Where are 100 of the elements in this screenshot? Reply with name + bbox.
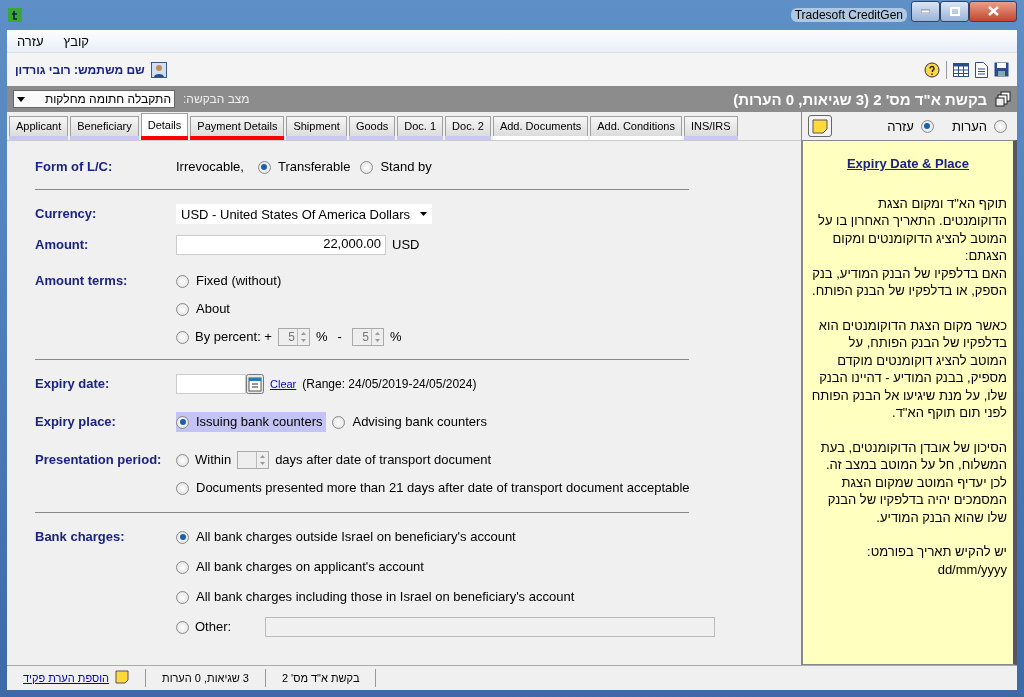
spin-field[interactable] [237,451,270,469]
radio-button[interactable] [920,119,934,133]
field-label: Amount: [35,236,90,254]
help-text: תוקף הא"ד ומקום הצגת הדוקומנטים. התאריך האחרון בו על המוטב להציג הדוקומנטים ומקום הצגתם: [817,194,1007,265]
option-label: Stand by [380,158,432,176]
table-icon[interactable] [953,62,969,77]
tab[interactable]: Beneficiary [70,116,139,136]
spin-arrows-icon[interactable] [296,329,309,345]
request-status: בקשת א"ד מס' 2 [265,669,377,687]
tab[interactable]: Details [140,113,189,136]
minimize-icon [921,9,930,13]
field-label: Currency: [35,205,98,223]
currency-unit: USD [392,236,420,254]
option-label: All bank charges on applicant's account [196,558,424,576]
radio-button[interactable] [176,620,189,634]
radio-button[interactable] [176,415,189,429]
help-text: יש להקיש תאריך בפורמט: [866,543,1007,561]
option-label: All bank charges outside Israel on beneficiary's account [196,528,516,546]
date-field[interactable] [176,374,246,394]
radio-button[interactable] [176,453,189,467]
spin-field[interactable]: 5 [277,328,310,346]
tab[interactable]: Applicant [9,116,69,136]
option-label: Advising bank counters [352,413,487,431]
note-button[interactable] [808,115,832,137]
radio-button[interactable] [176,590,189,604]
option-label: הערות [951,118,987,134]
tab[interactable]: Add. Conditions [590,116,682,136]
other-field[interactable] [265,617,716,637]
form-prefix: Irrevocable, [176,158,244,176]
save-icon[interactable] [994,62,1009,77]
option-label: All bank charges including those in Israel on beneficiary's account [196,588,575,606]
radio-button[interactable] [176,560,189,574]
radio-button[interactable] [176,330,189,344]
caret-icon [17,96,25,102]
maximize-icon [949,6,960,16]
field-label: Expiry date: [35,375,111,393]
option-label: עזרה [887,118,914,134]
field-label: Expiry place: [35,413,117,431]
minimize-button[interactable] [911,0,940,22]
clear-link[interactable]: Clear [270,374,297,394]
option-label: Issuing bank counters [196,413,323,431]
option-label: Transferable [277,158,351,176]
field-label: Amount terms: [35,272,129,290]
radio-button[interactable] [176,302,189,316]
option-label: About [196,300,230,318]
field-label: Presentation period: [35,451,163,469]
option-label: By percent: + [195,328,272,346]
calendar-icon[interactable] [246,374,264,394]
status-label: מצב הבקשה: [183,92,250,106]
caret-icon [420,212,427,216]
errors-status: 3 שגיאות, 0 הערות [146,669,266,687]
help-title[interactable]: Expiry Date & Place [809,155,1007,173]
date-range: (Range: 24/05/2019-24/05/2024) [302,376,477,393]
help-text: dd/mm/yyyy [936,560,1007,578]
close-button[interactable] [969,0,1017,22]
tab[interactable]: Payment Details [190,116,285,136]
window-title: Tradesoft CreditGen [790,8,907,22]
help-text: כאשר מקום הצגת הדוקומנטים הוא בדלפקיו של הבנק הפותח, על המוטב להציג דוקומנטים מוקדם מספיק, בבנק המודיע - דהיינו הבנק שלו, על מנת שיגיעו אל הבנק הפותח לפני תום תוקף הא"ד. [810,316,1007,422]
tab[interactable]: Doc. 1 [397,116,444,136]
option-label: days after date of transport document [275,451,492,469]
add-note-link[interactable]: הוספת הערת פקיד [23,672,110,684]
documents-icon [995,91,1011,107]
help-text: האם בדלפקיו של הבנק המודיע, בנק הספק, או בדלפקיו של הבנק הפותח. [811,264,1007,300]
tab[interactable]: Goods [348,116,396,136]
minus-sign: - [337,328,342,346]
document-icon[interactable] [975,61,988,78]
tab[interactable]: Shipment [286,116,347,136]
user-name: שם משתמש: רובי גורדון [15,62,145,77]
unit-label: % [389,328,402,346]
option-label: Within [195,451,232,469]
status-dropdown[interactable]: התקבלה חתומה מחלקות [13,90,175,108]
close-icon [987,6,999,16]
tab[interactable]: INS/IRS [683,116,738,136]
request-title: בקשת א"ד מס' 2 (3 שגיאות, 0 הערות) [733,90,987,108]
option-label: Fixed (without) [196,272,282,290]
spin-field[interactable]: 5 [351,328,384,346]
option-label: Documents presented more than 21 days after date of transport document acceptable [196,479,690,497]
field-label: Form of L/C: [35,158,114,176]
currency-dropdown[interactable]: USD - United States Of America Dollars [176,204,432,224]
amount-field[interactable]: 22,000.00 [176,235,386,255]
unit-label: % [315,328,328,346]
radio-button[interactable] [257,160,271,174]
menu-item[interactable]: קובץ [53,33,99,49]
radio-button[interactable] [176,481,189,495]
menu-item[interactable]: עזרה [7,33,54,49]
spin-arrows-icon[interactable] [370,329,383,345]
help-text: הסיכון של אובדן הדוקומנטים, בעת המשלוח, חל על המוטב במצב זה. לכן יעדיף המוטב שמקום הצגת המסמכים יהיה בדלפקיו של הבנק שלו שהוא הבנק המודיע. [819,438,1007,526]
maximize-button[interactable] [940,0,969,22]
radio-button[interactable] [176,530,189,544]
tab[interactable]: Doc. 2 [445,116,491,136]
radio-button[interactable] [176,274,189,288]
radio-button[interactable] [332,415,346,429]
app-icon [8,8,22,22]
radio-button[interactable] [360,160,374,174]
help-icon[interactable] [924,61,940,78]
radio-button[interactable] [994,119,1007,133]
user-icon [150,61,167,78]
tab[interactable]: Add. Documents [492,116,589,136]
field-label: Bank charges: [35,528,126,546]
option-label: Other: [195,618,232,636]
